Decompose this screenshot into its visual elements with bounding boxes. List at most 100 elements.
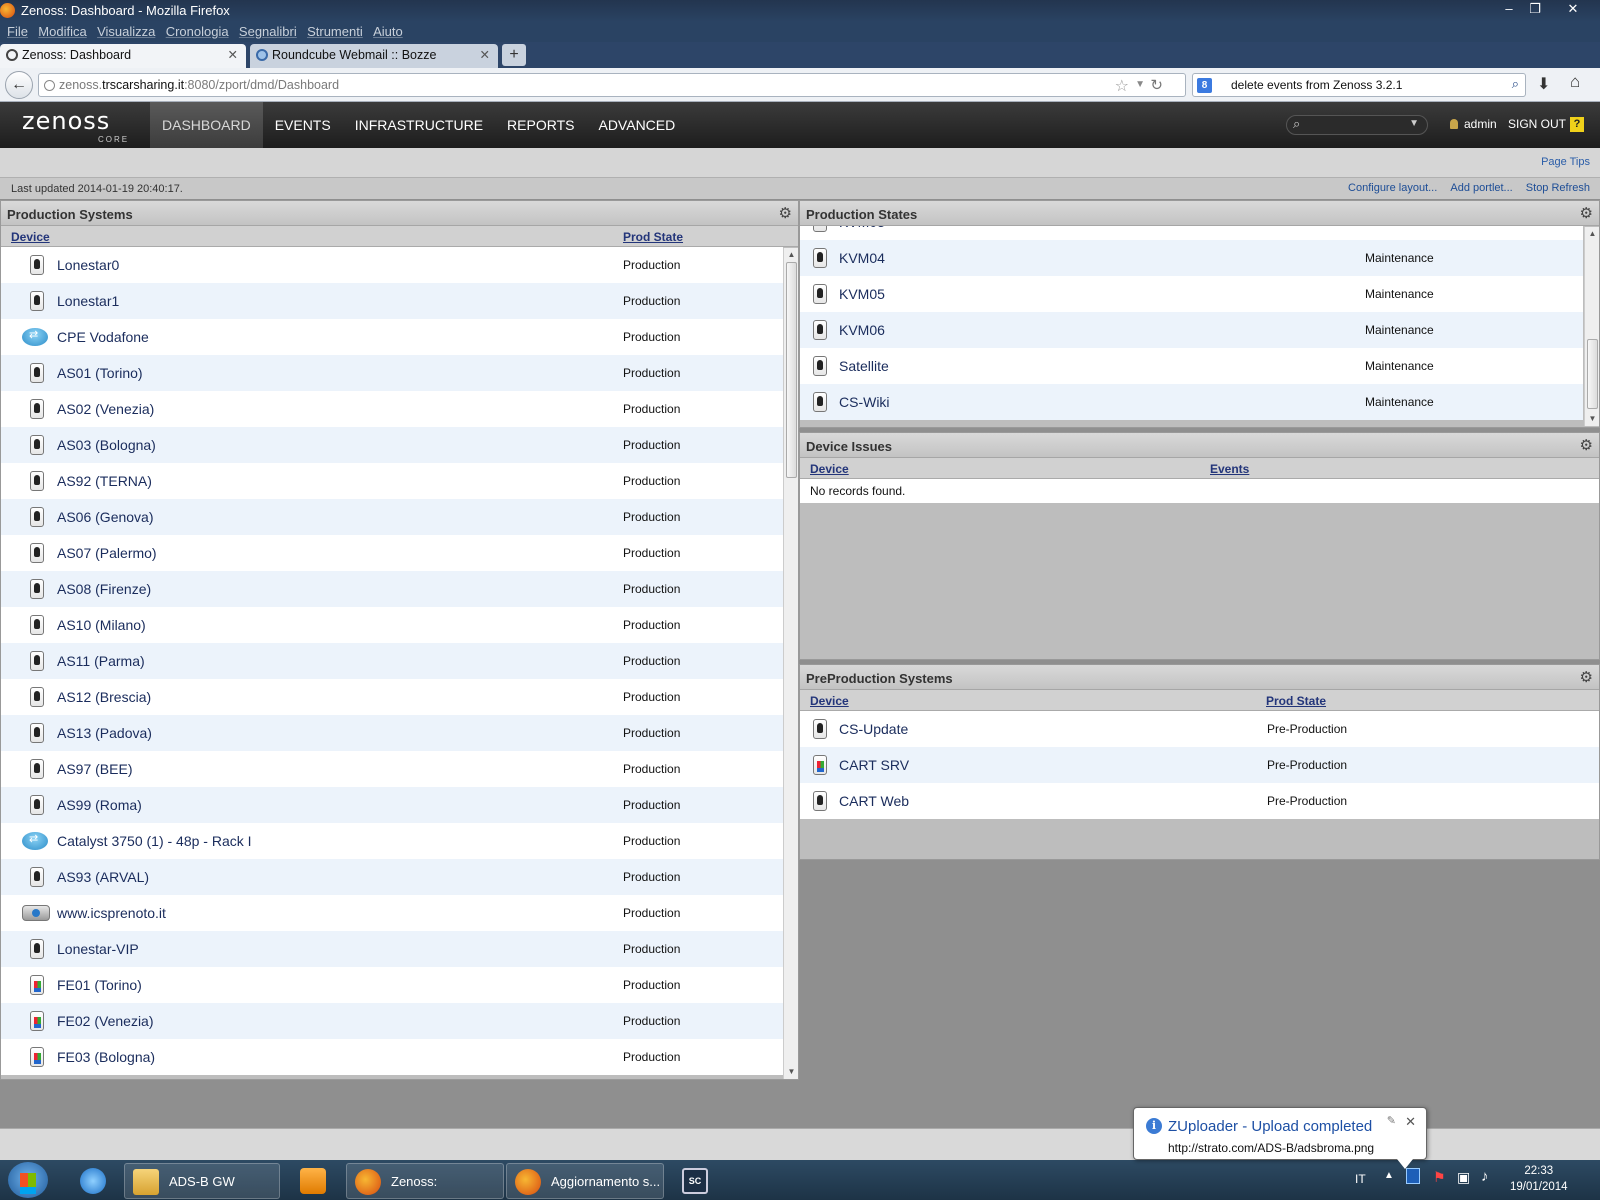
minimize-button[interactable]: – [1496,0,1522,18]
column-device[interactable]: Device [810,462,849,476]
device-link[interactable]: AS06 (Genova) [57,509,154,525]
action-center-icon[interactable]: ⚑ [1433,1169,1446,1186]
table-row[interactable]: AS02 (Venezia) Production [1,391,783,427]
table-row[interactable]: FE03 (Bologna) Production [1,1039,783,1075]
table-row[interactable]: AS12 (Brescia) Production [1,679,783,715]
scroll-up-icon[interactable]: ▲ [1585,227,1600,241]
table-row[interactable]: FE01 (Torino) Production [1,967,783,1003]
table-row[interactable]: CS-Wiki Maintenance [800,384,1583,420]
device-link[interactable]: www.icsprenoto.it [57,905,166,921]
device-link[interactable]: AS11 (Parma) [57,653,145,669]
device-link[interactable]: CART Web [839,793,909,809]
device-link[interactable]: KVM04 [839,250,885,266]
device-link[interactable]: AS92 (TERNA) [57,473,152,489]
site-identity-icon[interactable] [44,80,55,91]
device-link[interactable]: AS08 (Firenze) [57,581,151,597]
menu-file[interactable]: File [7,22,28,42]
zuploader-tray-icon[interactable] [1406,1168,1420,1184]
sign-out-link[interactable]: SIGN OUT [1508,117,1566,131]
scroll-thumb[interactable] [1587,339,1598,409]
table-row[interactable]: KVM03 Maintenance [800,226,1583,240]
device-link[interactable]: Lonestar-VIP [57,941,139,957]
table-row[interactable]: CART Web Pre-Production [800,783,1599,819]
device-link[interactable]: AS01 (Torino) [57,365,143,381]
reload-icon[interactable]: ↻ [1150,76,1163,94]
nav-advanced[interactable]: ADVANCED [586,102,687,148]
taskbar-internet-explorer[interactable] [70,1163,116,1199]
table-row[interactable]: Lonestar0 Production [1,247,783,283]
menu-modifica[interactable]: Modifica [38,22,86,42]
device-link[interactable]: AS97 (BEE) [57,761,132,777]
gear-icon[interactable]: ⚙ [1580,436,1593,454]
close-window-button[interactable]: ✕ [1560,0,1586,18]
tab-roundcube[interactable]: Roundcube Webmail :: Bozze ✕ [250,44,498,68]
restore-button[interactable]: ❐ [1522,0,1548,18]
device-link[interactable]: AS02 (Venezia) [57,401,154,417]
zenoss-search-input[interactable]: ⌕ ▼ [1286,115,1428,135]
menu-visualizza[interactable]: Visualizza [97,22,155,42]
bookmark-star-icon[interactable]: ☆ [1115,76,1129,96]
table-row[interactable]: FE02 (Venezia) Production [1,1003,783,1039]
table-row[interactable]: www.icsprenoto.it Production [1,895,783,931]
table-row[interactable]: AS99 (Roma) Production [1,787,783,823]
gear-icon[interactable]: ⚙ [1580,204,1593,222]
download-icon[interactable]: ⬇ [1537,74,1550,94]
table-row[interactable]: AS06 (Genova) Production [1,499,783,535]
taskbar-remote-desktop[interactable]: SC [676,1163,722,1199]
menu-cronologia[interactable]: Cronologia [166,22,229,42]
table-row[interactable]: Catalyst 3750 (1) - 48p - Rack I Producti… [1,823,783,859]
device-link[interactable]: Catalyst 3750 (1) - 48p - Rack I [57,833,252,849]
scroll-up-icon[interactable]: ▲ [784,248,799,262]
device-link[interactable]: KVM05 [839,286,885,302]
table-row[interactable]: KVM04 Maintenance [800,240,1583,276]
search-icon[interactable]: ⌕ [1512,76,1519,92]
nav-events[interactable]: EVENTS [263,102,343,148]
nav-dashboard[interactable]: DASHBOARD [150,102,263,148]
search-bar[interactable]: 8 delete events from Zenoss 3.2.1 ⌕ [1192,73,1526,97]
menu-segnalibri[interactable]: Segnalibri [239,22,297,42]
device-link[interactable]: CS-Wiki [839,394,890,410]
device-link[interactable]: AS13 (Padova) [57,725,152,741]
device-link[interactable]: CART SRV [839,757,909,773]
volume-icon[interactable]: ♪ [1481,1168,1489,1185]
add-portlet-link[interactable]: Add portlet... [1450,182,1512,194]
back-button[interactable]: ← [5,71,33,99]
settings-icon[interactable]: ✎ [1387,1114,1396,1127]
nav-reports[interactable]: REPORTS [495,102,586,148]
gear-icon[interactable]: ⚙ [779,204,792,222]
address-bar[interactable]: zenoss.trscarsharing.it:8080/zport/dmd/D… [38,73,1186,97]
notification-message[interactable]: http://strato.com/ADS-B/adsbroma.png [1168,1141,1374,1155]
column-prod-state[interactable]: Prod State [1266,694,1326,708]
device-link[interactable]: FE03 (Bologna) [57,1049,155,1065]
device-link[interactable]: FE01 (Torino) [57,977,142,993]
device-link[interactable]: KVM06 [839,322,885,338]
device-link[interactable]: FE02 (Venezia) [57,1013,154,1029]
table-row[interactable]: Lonestar1 Production [1,283,783,319]
close-tab-icon[interactable]: ✕ [228,44,238,66]
table-row[interactable]: CPE Vodafone Production [1,319,783,355]
close-tab-icon[interactable]: ✕ [480,44,490,66]
table-row[interactable]: AS11 (Parma) Production [1,643,783,679]
taskbar-media-player[interactable] [290,1163,336,1199]
nav-infrastructure[interactable]: INFRASTRUCTURE [343,102,495,148]
table-row[interactable]: Satellite Maintenance [800,348,1583,384]
column-events[interactable]: Events [1210,462,1249,476]
taskbar-folder[interactable]: ADS-B GW [124,1163,280,1199]
table-row[interactable]: AS01 (Torino) Production [1,355,783,391]
help-icon[interactable]: ? [1570,117,1584,132]
table-row[interactable]: Lonestar-VIP Production [1,931,783,967]
scrollbar[interactable]: ▲ ▼ [783,248,798,1079]
chevron-down-icon[interactable]: ▼ [1409,118,1419,129]
close-icon[interactable]: ✕ [1405,1114,1416,1130]
device-link[interactable]: CS-Update [839,721,908,737]
start-button[interactable] [8,1162,48,1198]
menu-aiuto[interactable]: Aiuto [373,22,403,42]
table-row[interactable]: CS-Update Pre-Production [800,711,1599,747]
table-row[interactable]: KVM05 Maintenance [800,276,1583,312]
taskbar-firefox-zenoss[interactable]: Zenoss: Dashboar... [346,1163,504,1199]
history-dropdown-icon[interactable]: ▼ [1135,79,1145,90]
zenoss-logo[interactable]: zenoss CORE [22,107,127,144]
scroll-down-icon[interactable]: ▼ [1585,412,1600,426]
device-link[interactable]: Lonestar0 [57,257,119,273]
show-hidden-icons[interactable]: ▲ [1384,1170,1394,1181]
